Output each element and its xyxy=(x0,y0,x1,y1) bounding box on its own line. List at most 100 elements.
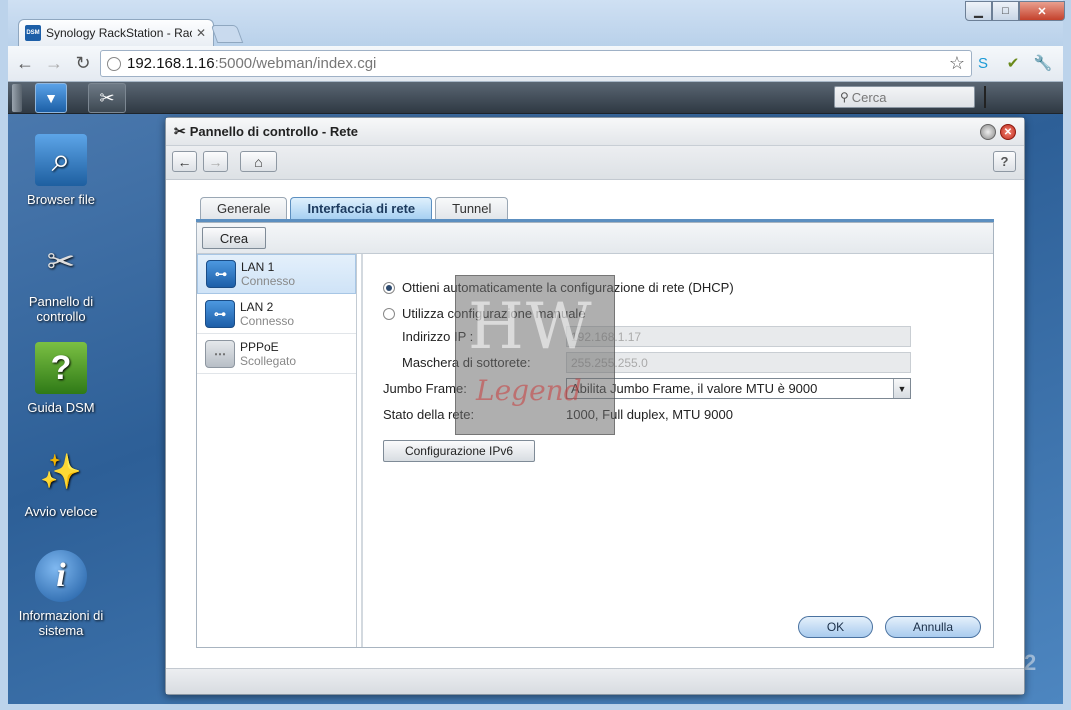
arrow-right-icon: → xyxy=(208,153,223,170)
globe-icon xyxy=(107,56,121,71)
bookmark-star-icon[interactable]: ☆ xyxy=(949,53,965,74)
tools-icon: ✂ xyxy=(174,123,186,139)
dsm-taskbar: ▼ ✂ ⚲ Cerca xyxy=(8,82,1063,114)
maximize-button[interactable]: □ xyxy=(992,1,1019,21)
manual-radio-row[interactable]: Utilizza configurazione manuale xyxy=(383,306,586,321)
tab-title: Synology RackStation - Rac xyxy=(46,26,192,40)
browser-toolbar: ← → ↻ 192.168.1.16:5000/webman/index.cgi… xyxy=(8,46,1063,82)
interface-list: ⊶ LAN 1 Connesso ⊶ LAN 2 Connesso ⋯ PPPo… xyxy=(197,254,357,647)
desktop-icon-system-info[interactable]: i Informazioni di sistema xyxy=(8,550,114,638)
ip-address-input[interactable]: 192.168.1.17 xyxy=(566,326,911,347)
cancel-button[interactable]: Annulla xyxy=(885,616,981,638)
subnet-mask-input[interactable]: 255.255.255.0 xyxy=(566,352,911,373)
url-host: 192.168.1.16 xyxy=(127,55,215,72)
ip-address-label: Indirizzo IP : xyxy=(402,329,474,344)
interface-name: LAN 2 xyxy=(240,299,274,314)
desktop-icon-dsm-help[interactable]: ? Guida DSM xyxy=(8,342,114,415)
search-placeholder: Cerca xyxy=(851,89,887,105)
window-title: Pannello di controllo - Rete xyxy=(189,124,359,139)
network-interface-panel: Crea ⊶ LAN 1 Connesso ⊶ LAN 2 Connesso ⋯… xyxy=(196,222,994,648)
help-button[interactable]: ? xyxy=(993,151,1016,172)
extension-icons: S ✔ 🔧 xyxy=(973,53,1053,73)
interface-status: Connesso xyxy=(240,313,295,328)
forward-icon[interactable]: → xyxy=(42,52,66,76)
create-button[interactable]: Crea xyxy=(202,227,266,249)
minimize-window-icon[interactable] xyxy=(980,124,996,140)
interface-name: LAN 1 xyxy=(241,260,275,274)
desktop-icon-label: Informazioni di sistema xyxy=(18,608,104,638)
ok-button[interactable]: OK xyxy=(798,616,873,638)
subnet-mask-label: Maschera di sottorete: xyxy=(402,355,531,370)
control-panel-window: ✂ Pannello di controllo - Rete ✕ ← → ⌂ ?… xyxy=(165,117,1025,695)
interface-settings-form: Ottieni automaticamente la configurazion… xyxy=(383,254,993,647)
url-path: :5000/webman/index.cgi xyxy=(214,55,377,72)
skype-extension-icon[interactable]: S xyxy=(973,53,993,73)
window-frame-bottom xyxy=(0,704,1071,710)
control-panel-taskbar-button[interactable]: ✂ xyxy=(88,83,126,113)
list-item-pppoe[interactable]: ⋯ PPPoE Scollegato xyxy=(197,334,356,374)
checker-extension-icon[interactable]: ✔ xyxy=(1003,53,1023,73)
tab-bar: Generale Interfaccia di rete Tunnel xyxy=(200,197,511,219)
list-divider xyxy=(361,254,363,647)
desktop-icon-label: Avvio veloce xyxy=(24,504,98,519)
network-port-icon: ⊶ xyxy=(206,260,236,288)
arrow-left-icon: ← xyxy=(177,153,192,170)
network-status-label: Stato della rete: xyxy=(383,407,475,422)
window-frame-left xyxy=(0,0,8,710)
address-bar[interactable]: 192.168.1.16:5000/webman/index.cgi ☆ xyxy=(100,50,972,77)
desktop-icon-quick-start[interactable]: ✨ Avvio veloce xyxy=(8,446,114,519)
panel-toolbar: Crea xyxy=(197,223,993,254)
tools-icon: ✂ xyxy=(46,243,76,281)
help-icon: ? xyxy=(1000,154,1009,169)
manual-radio[interactable] xyxy=(383,307,395,320)
info-icon: i xyxy=(35,550,87,602)
back-button[interactable]: ← xyxy=(172,151,197,172)
list-item-lan2[interactable]: ⊶ LAN 2 Connesso xyxy=(197,294,356,334)
back-icon[interactable]: ← xyxy=(13,52,37,76)
wrench-icon[interactable]: 🔧 xyxy=(1033,53,1053,73)
tab-close-icon[interactable]: ✕ xyxy=(196,26,206,40)
help-book-icon: ? xyxy=(35,342,87,394)
interface-status: Connesso xyxy=(241,274,296,288)
minimize-button[interactable]: ▁ xyxy=(965,1,992,21)
close-window-icon[interactable]: ✕ xyxy=(1000,124,1016,140)
window-controls: ▁ □ ✕ xyxy=(965,1,1065,21)
jumbo-frame-select[interactable]: Abilita Jumbo Frame, il valore MTU è 900… xyxy=(566,378,911,399)
taskbar-grip xyxy=(12,84,22,112)
close-window-button[interactable]: ✕ xyxy=(1019,1,1065,21)
tab-tunnel[interactable]: Tunnel xyxy=(435,197,509,219)
main-menu-button[interactable]: ▼ xyxy=(35,83,67,113)
dhcp-radio[interactable] xyxy=(383,281,395,294)
desktop-icon-label: Guida DSM xyxy=(27,400,95,415)
interface-name: PPPoE xyxy=(240,339,279,354)
window-frame-right xyxy=(1063,0,1071,710)
folder-search-icon: ⌕ xyxy=(35,134,87,186)
desktop-icon-file-browser[interactable]: ⌕ Browser file xyxy=(8,134,114,207)
pppoe-icon: ⋯ xyxy=(205,339,235,368)
dhcp-radio-row[interactable]: Ottieni automaticamente la configurazion… xyxy=(383,280,734,295)
desktop-icon-label: Browser file xyxy=(27,192,95,207)
window-titlebar[interactable]: ✂ Pannello di controllo - Rete ✕ xyxy=(166,118,1024,146)
desktop-icon-control-panel[interactable]: ✂ Pannello di controllo xyxy=(8,236,114,324)
browser-tab[interactable]: DSM Synology RackStation - Rac ✕ xyxy=(18,19,214,46)
list-item-lan1[interactable]: ⊶ LAN 1 Connesso xyxy=(197,254,356,294)
ipv6-config-button[interactable]: Configurazione IPv6 xyxy=(383,440,535,462)
reload-icon[interactable]: ↻ xyxy=(71,52,95,76)
dsm-search-input[interactable]: ⚲ Cerca xyxy=(834,86,975,108)
desktop-icon-label: Pannello di controllo xyxy=(28,294,94,324)
home-button[interactable]: ⌂ xyxy=(240,151,277,172)
desktop-decoration: 2 xyxy=(1024,650,1037,675)
tab-interfaccia-di-rete[interactable]: Interfaccia di rete xyxy=(290,197,433,219)
magic-wand-icon: ✨ xyxy=(39,453,83,491)
forward-button[interactable]: → xyxy=(203,151,228,172)
tools-icon: ✂ xyxy=(99,87,115,108)
jumbo-frame-value: Abilita Jumbo Frame, il valore MTU è 900… xyxy=(571,381,818,396)
home-icon: ⌂ xyxy=(254,153,263,170)
dsm-favicon-icon: DSM xyxy=(25,25,41,41)
window-nav-bar: ← → ⌂ ? xyxy=(166,146,1024,180)
interface-status: Scollegato xyxy=(240,353,297,368)
window-status-bar xyxy=(166,668,1024,694)
jumbo-frame-label: Jumbo Frame: xyxy=(383,381,467,396)
tab-generale[interactable]: Generale xyxy=(200,197,288,219)
manual-radio-label: Utilizza configurazione manuale xyxy=(402,306,586,321)
